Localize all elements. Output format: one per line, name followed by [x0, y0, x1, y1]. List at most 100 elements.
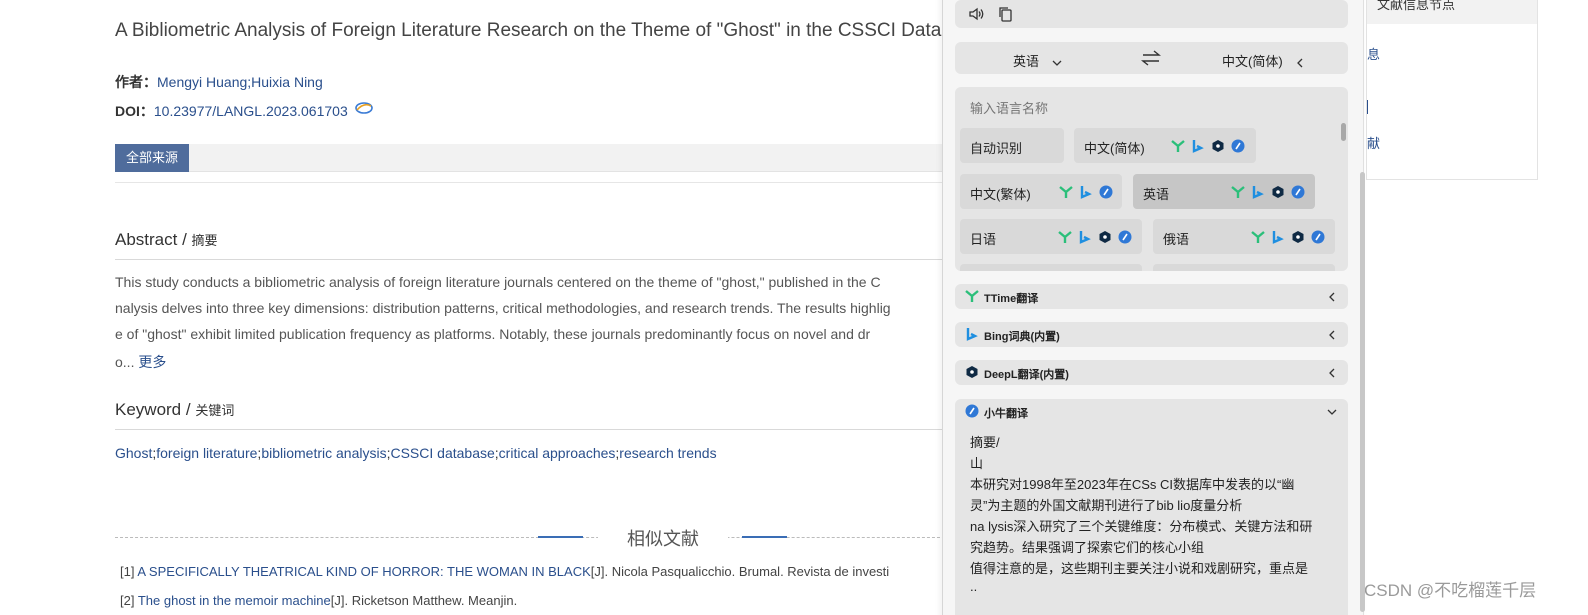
niutrans-icon — [1311, 230, 1325, 244]
keyword-heading: Keyword / 关键词 — [115, 400, 234, 420]
language-option-label: 中文(繁体) — [970, 187, 1031, 202]
bing-icon — [965, 327, 979, 341]
ttime-icon — [1059, 185, 1073, 199]
language-option[interactable]: 中文(繁体) — [960, 174, 1122, 209]
target-language-label: 中文(简体) — [1222, 54, 1283, 69]
ttime-icon — [1171, 139, 1185, 153]
language-option-selected[interactable]: 英语 — [1133, 174, 1315, 209]
ttime-icon — [1251, 230, 1265, 244]
abstract-line: o... 更多 — [115, 352, 166, 372]
bing-icon — [1251, 185, 1265, 199]
doi-link[interactable]: 10.23977/LANGL.2023.061703 — [154, 103, 348, 119]
niutrans-icon — [1231, 139, 1245, 153]
abstract-heading-en: Abstract / — [115, 230, 192, 249]
chevron-left-icon — [1326, 366, 1338, 378]
doi-row: DOI：10.23977/LANGL.2023.061703 — [115, 101, 374, 121]
picker-scrollbar[interactable] — [1341, 123, 1346, 141]
keyword-heading-en: Keyword / — [115, 400, 196, 419]
niutrans-icon — [1291, 185, 1305, 199]
deepl-icon — [965, 365, 979, 379]
keyword-link[interactable]: research trends — [619, 445, 716, 461]
reference-item: [2] The ghost in the memoir machine[J]. … — [120, 593, 517, 608]
result-line: 摘要/ — [970, 435, 1000, 450]
result-toolbar — [955, 0, 1348, 28]
language-option[interactable]: 自动识别 — [960, 128, 1064, 163]
result-line: 本研究对1998年至2023年在CSs CI数据库中发表的以“幽 — [970, 477, 1295, 492]
language-option[interactable] — [1153, 264, 1335, 271]
source-tab-all[interactable]: 全部来源 — [115, 144, 189, 172]
engine-section-ttime[interactable]: TTime翻译 — [955, 284, 1348, 309]
abstract-more-link[interactable]: 更多 — [138, 354, 166, 370]
speaker-icon[interactable] — [968, 5, 986, 23]
engine-section-bing[interactable]: Bing词典(内置) — [955, 322, 1348, 347]
deepl-icon — [1098, 230, 1112, 244]
abstract-tail: o... — [115, 354, 139, 370]
bing-icon — [1271, 230, 1285, 244]
sidebar-link-fragment[interactable]: 献 — [1367, 133, 1380, 152]
niutrans-icon — [1118, 230, 1132, 244]
article-title: A Bibliometric Analysis of Foreign Liter… — [115, 20, 952, 41]
popup-scrollbar[interactable] — [1360, 172, 1365, 612]
language-option[interactable]: 中文(简体) — [1074, 128, 1256, 163]
engine-label: TTime翻译 — [984, 293, 1039, 305]
keyword-heading-zh: 关键词 — [195, 403, 235, 418]
keyword-link[interactable]: foreign literature — [156, 445, 257, 461]
language-option-label: 英语 — [1143, 187, 1170, 202]
keyword-link[interactable]: Ghost — [115, 445, 152, 461]
source-bar: 全部来源 — [115, 144, 955, 172]
target-language-select[interactable]: 中文(简体) — [1222, 51, 1306, 70]
result-line: 山 — [970, 456, 984, 471]
chevron-down-icon — [1052, 60, 1062, 66]
engine-label: DeepL翻译(内置) — [984, 369, 1069, 381]
ttime-icon — [1058, 230, 1072, 244]
reference-number: [2] — [120, 593, 138, 608]
result-line: 灵”为主题的外国文献期刊进行了bib lio度量分析 — [970, 498, 1243, 513]
engine-section-deepl[interactable]: DeepL翻译(内置) — [955, 360, 1348, 385]
result-line: na lysis深入研究了三个关键维度：分布模式、关键方法和研 — [970, 519, 1313, 534]
source-language-select[interactable]: 英语 — [1013, 51, 1063, 70]
document-info-header: 文献信息节点 — [1367, 0, 1537, 24]
abstract-line: This study conducts a bibliometric analy… — [115, 274, 881, 290]
copy-icon[interactable] — [997, 5, 1015, 23]
ttime-icon — [965, 289, 979, 303]
sidebar-link-fragment[interactable] — [1367, 100, 1370, 114]
language-option[interactable] — [960, 264, 1142, 271]
abstract-line: e of "ghost" exhibit limited publication… — [115, 326, 871, 342]
watermark: CSDN @不吃榴莲千层 — [1364, 581, 1537, 600]
engine-label: Bing词典(内置) — [984, 331, 1060, 343]
reference-item: [1] A SPECIFICALLY THEATRICAL KIND OF HO… — [120, 564, 889, 579]
keyword-link[interactable]: CSSCI database — [390, 445, 494, 461]
authors-link[interactable]: Mengyi Huang;Huixia Ning — [157, 74, 323, 90]
reference-link[interactable]: A SPECIFICALLY THEATRICAL KIND OF HORROR… — [137, 564, 590, 579]
reference-link[interactable]: The ghost in the memoir machine — [138, 593, 331, 608]
divider — [115, 182, 955, 183]
keyword-link[interactable]: bibliometric analysis — [261, 445, 386, 461]
authors-row: 作者：Mengyi Huang;Huixia Ning — [115, 72, 323, 92]
swap-languages-icon[interactable] — [1141, 50, 1161, 66]
language-option-label: 俄语 — [1163, 232, 1190, 247]
divider — [115, 259, 955, 260]
document-info-title: 文献信息节点 — [1377, 0, 1456, 12]
similar-accent-right — [742, 536, 787, 538]
niutrans-icon — [965, 404, 979, 418]
language-option-label: 自动识别 — [970, 141, 1023, 156]
keyword-link[interactable]: critical approaches — [499, 445, 616, 461]
source-language-label: 英语 — [1013, 54, 1040, 69]
engine-section-niutrans[interactable]: 小牛翻译 — [955, 399, 1348, 424]
deepl-icon — [1211, 139, 1225, 153]
abstract-heading-zh: 摘要 — [191, 233, 218, 248]
language-search-input[interactable] — [970, 99, 1270, 117]
language-option[interactable]: 日语 — [960, 219, 1142, 254]
language-option-label: 日语 — [970, 232, 997, 247]
engine-label: 小牛翻译 — [984, 408, 1028, 420]
document-info-panel: 文献信息节点 息 献 — [1366, 0, 1538, 180]
sidebar-link-fragment[interactable]: 息 — [1367, 44, 1380, 63]
abstract-heading: Abstract / 摘要 — [115, 230, 218, 250]
doi-resolver-icon[interactable] — [354, 101, 374, 115]
chevron-left-icon — [1326, 328, 1338, 340]
abstract-line: nalysis delves into three key dimensions… — [115, 300, 891, 316]
deepl-icon — [1271, 185, 1285, 199]
chevron-left-icon — [1326, 290, 1338, 302]
language-option[interactable]: 俄语 — [1153, 219, 1335, 254]
reference-details: [J]. Ricketson Matthew. Meanjin. — [330, 593, 518, 608]
